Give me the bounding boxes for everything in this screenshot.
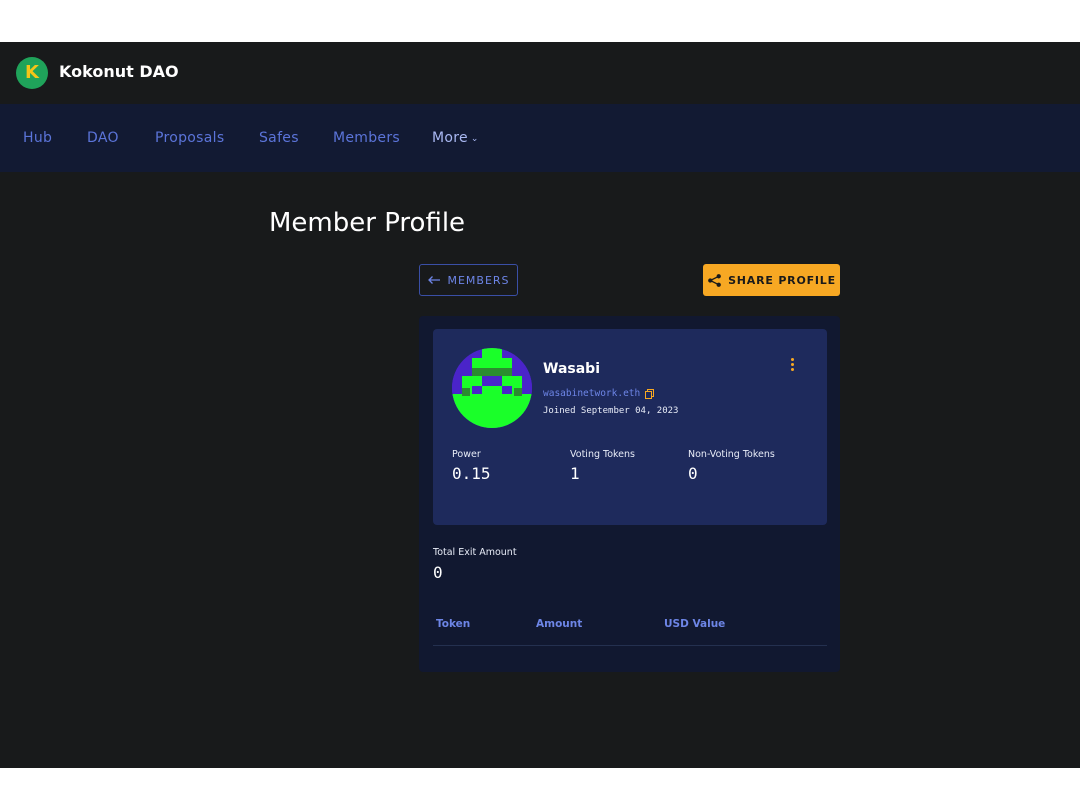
nav-item-more[interactable]: More ⌄ [432, 130, 479, 146]
kebab-menu-icon[interactable] [785, 355, 799, 373]
copy-icon[interactable] [645, 388, 655, 399]
share-profile-button[interactable]: SHARE PROFILE [703, 264, 840, 296]
member-panel: Wasabi wasabinetwork.eth Joined Septembe… [419, 316, 840, 672]
arrow-left-icon [428, 276, 441, 284]
stat-voting-tokens: Voting Tokens 1 [570, 449, 635, 483]
joined-date: Joined September 04, 2023 [543, 406, 679, 416]
stat-value: 0.15 [452, 464, 491, 483]
stat-value: 1 [570, 464, 580, 483]
total-exit-amount: Total Exit Amount 0 [433, 547, 517, 582]
stat-non-voting-tokens: Non-Voting Tokens 0 [688, 449, 775, 483]
column-header-token[interactable]: Token [436, 618, 470, 630]
nav-bar: Hub DAO Proposals Safes Members More ⌄ [0, 104, 1080, 172]
address-text[interactable]: wasabinetwork.eth [543, 388, 640, 399]
stat-label: Voting Tokens [570, 449, 635, 460]
column-header-usd-value[interactable]: USD Value [664, 618, 725, 630]
nav-item-dao[interactable]: DAO [87, 130, 119, 146]
nav-item-proposals[interactable]: Proposals [155, 130, 224, 146]
dao-name[interactable]: Kokonut DAO [59, 62, 179, 81]
nav-item-members[interactable]: Members [333, 130, 400, 146]
page-title: Member Profile [269, 208, 466, 238]
back-button-label: MEMBERS [447, 273, 510, 287]
stat-power: Power 0.15 [452, 449, 491, 483]
stat-label: Power [452, 449, 481, 460]
pixel-avatar-image [452, 348, 532, 428]
stat-value: 0 [688, 464, 698, 483]
chevron-down-icon: ⌄ [470, 134, 479, 144]
column-header-amount[interactable]: Amount [536, 618, 582, 630]
avatar [452, 348, 532, 428]
exit-label: Total Exit Amount [433, 547, 517, 558]
stat-label: Non-Voting Tokens [688, 449, 775, 460]
nav-item-hub[interactable]: Hub [23, 130, 52, 146]
profile-card: Wasabi wasabinetwork.eth Joined Septembe… [433, 329, 827, 525]
nav-item-safes[interactable]: Safes [259, 130, 299, 146]
exit-value: 0 [433, 563, 443, 582]
back-to-members-button[interactable]: MEMBERS [419, 264, 518, 296]
logo-icon[interactable]: K [16, 57, 48, 89]
app-window: K Kokonut DAO Hub DAO Proposals Safes Me… [0, 42, 1080, 768]
share-icon [708, 273, 721, 287]
member-address[interactable]: wasabinetwork.eth [543, 388, 655, 399]
logo-letter: K [25, 62, 39, 83]
member-name: Wasabi [543, 361, 600, 377]
table-divider [433, 645, 827, 646]
top-bar: K Kokonut DAO [0, 42, 1080, 104]
share-button-label: SHARE PROFILE [728, 273, 836, 287]
nav-more-label: More [432, 130, 468, 146]
